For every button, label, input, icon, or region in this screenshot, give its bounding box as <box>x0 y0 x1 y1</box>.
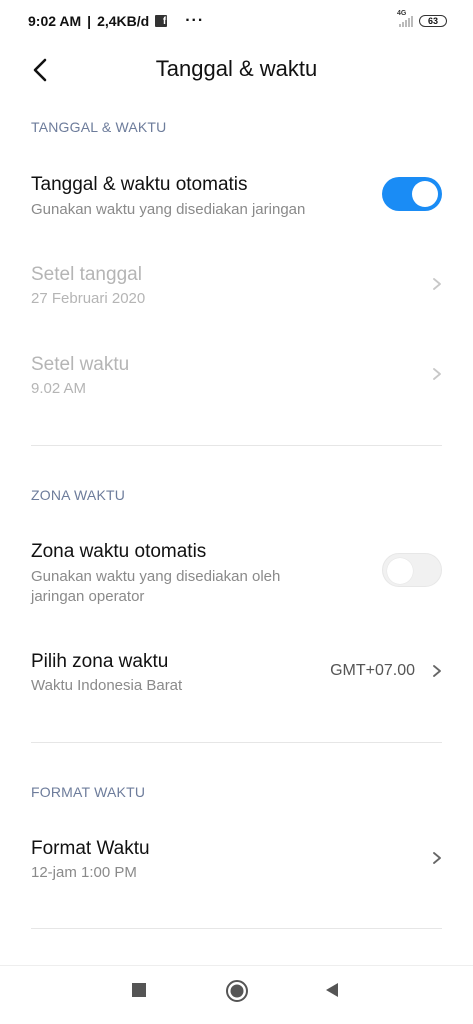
auto-date-time-toggle[interactable] <box>382 177 442 211</box>
system-nav-bar <box>0 965 473 1024</box>
auto-date-time-row[interactable]: Tanggal & waktu otomatis Gunakan waktu y… <box>0 168 473 232</box>
network-type-label: 4G <box>397 10 407 17</box>
set-time-row[interactable]: Setel waktu 9.02 AM <box>0 348 473 412</box>
auto-timezone-toggle[interactable] <box>382 553 442 587</box>
set-time-title: Setel waktu <box>31 354 130 375</box>
status-bar: 9:02 AM | 2,4KB/d f ··· 4G 63 <box>0 0 473 42</box>
status-speed: 2,4KB/d <box>97 13 150 29</box>
time-format-subtitle: 12-jam 1:00 PM <box>31 864 137 881</box>
toggle-knob <box>387 558 413 584</box>
auto-date-time-title: Tanggal & waktu otomatis <box>31 174 248 195</box>
auto-timezone-subtitle-line2: jaringan operator <box>31 588 145 605</box>
time-format-row[interactable]: Format Waktu 12-jam 1:00 PM <box>0 832 473 896</box>
facebook-icon: f <box>155 15 168 27</box>
chevron-right-icon <box>433 278 441 290</box>
battery-icon: 63 <box>419 15 447 27</box>
auto-timezone-subtitle: Gunakan waktu yang disediakan oleh jarin… <box>31 567 280 607</box>
page-title: Tanggal & waktu <box>155 56 318 81</box>
battery-level: 63 <box>427 16 438 26</box>
set-date-title: Setel tanggal <box>31 264 142 285</box>
set-date-value: 27 Februari 2020 <box>31 290 146 307</box>
auto-timezone-title: Zona waktu otomatis <box>31 541 207 562</box>
set-date-row[interactable]: Setel tanggal 27 Februari 2020 <box>0 258 473 322</box>
header: Tanggal & waktu <box>0 44 473 100</box>
auto-timezone-subtitle-line1: Gunakan waktu yang disediakan oleh <box>31 568 281 585</box>
circle-icon <box>226 980 248 1002</box>
section-header-timezone: ZONA WAKTU <box>31 487 126 503</box>
pick-timezone-subtitle: Waktu Indonesia Barat <box>31 677 183 694</box>
timezone-value: GMT+07.00 <box>330 662 415 679</box>
toggle-knob <box>412 181 438 207</box>
back-nav-button[interactable] <box>324 982 340 1003</box>
divider <box>31 445 442 446</box>
status-time: 9:02 AM <box>28 13 82 29</box>
status-left: 9:02 AM | 2,4KB/d f ··· <box>28 12 204 30</box>
time-format-title: Format Waktu <box>31 838 150 859</box>
home-button[interactable] <box>225 979 249 1008</box>
set-time-value: 9.02 AM <box>31 380 87 397</box>
divider <box>31 742 442 743</box>
chevron-right-icon <box>433 852 441 864</box>
more-notifications-icon: ··· <box>185 12 205 29</box>
divider <box>31 928 442 929</box>
status-right: 4G 63 <box>397 10 447 27</box>
signal-icon: 4G <box>397 10 413 27</box>
auto-timezone-row[interactable]: Zona waktu otomatis Gunakan waktu yang d… <box>0 535 473 609</box>
section-header-date-time: TANGGAL & WAKTU <box>31 119 167 135</box>
auto-date-time-subtitle: Gunakan waktu yang disediakan jaringan <box>31 201 306 218</box>
pick-timezone-title: Pilih zona waktu <box>31 651 169 672</box>
square-icon <box>132 983 146 997</box>
status-separator: | <box>87 13 92 29</box>
section-header-time-format: FORMAT WAKTU <box>31 784 146 800</box>
chevron-right-icon <box>433 368 441 380</box>
pick-timezone-row[interactable]: Pilih zona waktu Waktu Indonesia Barat G… <box>0 645 473 709</box>
chevron-right-icon <box>433 665 441 677</box>
recents-button[interactable] <box>131 982 147 1003</box>
triangle-back-icon <box>326 983 338 997</box>
